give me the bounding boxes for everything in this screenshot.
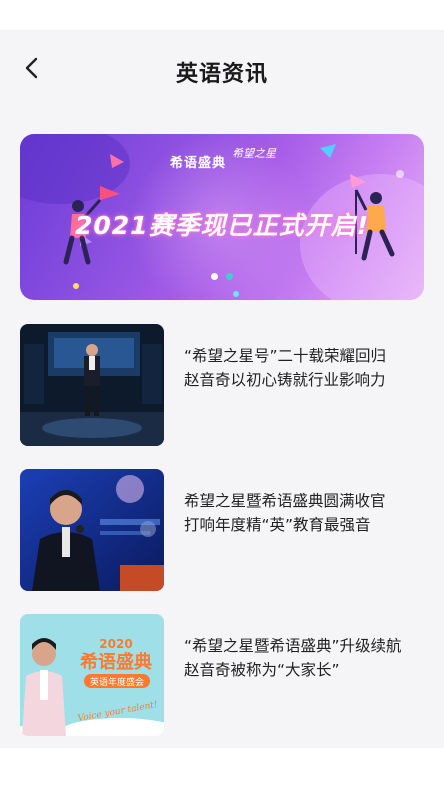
news-thumbnail-2 bbox=[20, 469, 164, 591]
header: 英语资讯 bbox=[0, 30, 444, 110]
carousel-indicator bbox=[20, 273, 424, 280]
news-thumbnail-3: 2020 希语盛典 英语年度盛会 Voice your talent! bbox=[20, 614, 164, 736]
news-item-3[interactable]: 2020 希语盛典 英语年度盛会 Voice your talent! “希望之… bbox=[20, 614, 424, 736]
poster-year: 2020 bbox=[99, 637, 132, 651]
banner-logo: 希语盛典 bbox=[170, 156, 227, 171]
app-screen: 英语资讯 希语盛典 希望之星 2021赛季现已正式开启! “希望之星号”二十载荣… bbox=[0, 0, 444, 794]
poster-subtitle: 英语年度盛会 bbox=[90, 676, 144, 688]
news-title-1-line-1: “希望之星号”二十载荣耀回归 bbox=[184, 347, 387, 365]
event-poster-image: 2020 希语盛典 英语年度盛会 Voice your talent! bbox=[20, 614, 164, 736]
banner-logo-secondary: 希望之星 bbox=[232, 147, 276, 160]
stage-photo-image bbox=[20, 324, 164, 446]
banner-carousel[interactable]: 希语盛典 希望之星 2021赛季现已正式开启! bbox=[20, 134, 424, 300]
news-title-3-line-1: “希望之星暨希语盛典”升级续航 bbox=[184, 637, 402, 655]
news-title-2: 希望之星暨希语盛典圆满收官 打响年度精“英”教育最强音 bbox=[184, 489, 424, 537]
banner-headline: 2021赛季现已正式开启! bbox=[75, 211, 369, 240]
speaker-photo-image bbox=[20, 469, 164, 591]
poster-brand: 希语盛典 bbox=[80, 651, 152, 673]
bottom-safe-area bbox=[0, 748, 444, 794]
news-title-3: “希望之星暨希语盛典”升级续航 赵音奇被称为“大家长” bbox=[184, 634, 424, 682]
carousel-dot-2[interactable] bbox=[226, 273, 233, 280]
carousel-dot-1[interactable] bbox=[211, 273, 218, 280]
news-title-1-line-2: 赵音奇以初心铸就行业影响力 bbox=[184, 371, 386, 389]
news-title-1: “希望之星号”二十载荣耀回归 赵音奇以初心铸就行业影响力 bbox=[184, 344, 424, 392]
news-thumbnail-1 bbox=[20, 324, 164, 446]
news-item-1[interactable]: “希望之星号”二十载荣耀回归 赵音奇以初心铸就行业影响力 bbox=[20, 324, 424, 446]
news-item-2[interactable]: 希望之星暨希语盛典圆满收官 打响年度精“英”教育最强音 bbox=[20, 469, 424, 591]
news-title-3-line-2: 赵音奇被称为“大家长” bbox=[184, 661, 340, 679]
page-title: 英语资讯 bbox=[175, 62, 268, 87]
news-title-2-line-1: 希望之星暨希语盛典圆满收官 bbox=[184, 492, 386, 510]
status-bar bbox=[0, 0, 444, 30]
news-title-2-line-2: 打响年度精“英”教育最强音 bbox=[184, 516, 371, 534]
